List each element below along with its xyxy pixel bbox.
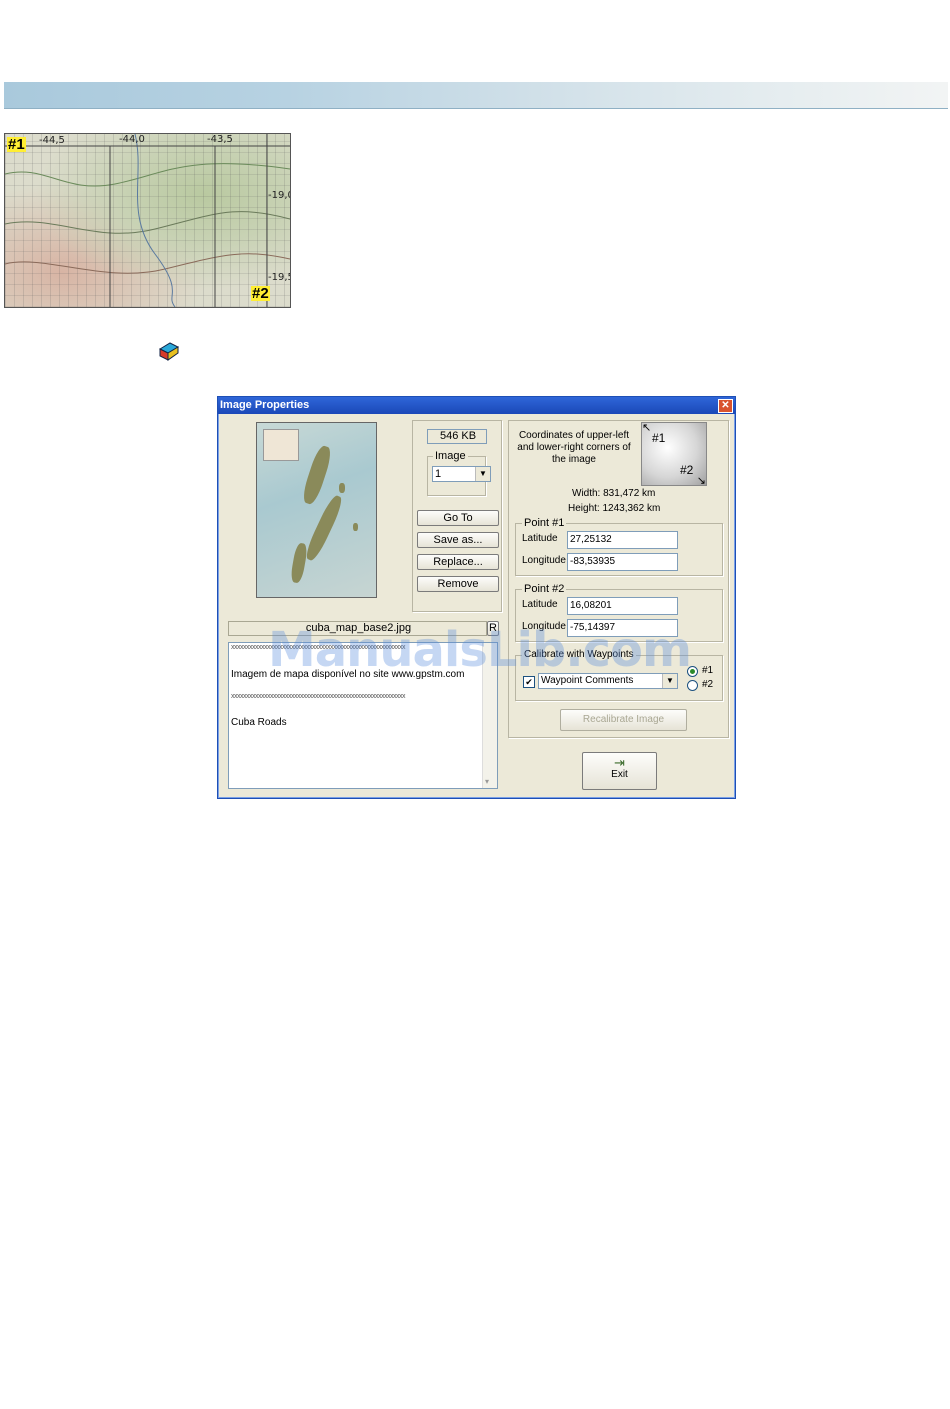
notes-line: Imagem de mapa disponível no site www.gp… (231, 669, 465, 680)
radio-1[interactable] (687, 666, 698, 677)
point-1-label: Point #1 (522, 517, 567, 529)
chevron-down-icon[interactable]: ▼ (475, 467, 490, 481)
dialog-titlebar: Image Properties ✕ (218, 397, 735, 414)
remove-button[interactable]: Remove (417, 576, 499, 592)
notes-separator: xxxxxxxxxxxxxxxxxxxxxxxxxxxxxxxxxxxxxxxx… (231, 693, 406, 700)
point-2-longitude-input[interactable]: -75,14397 (567, 619, 678, 637)
latitude-label: -19,5 (268, 272, 290, 283)
corner-2-icon-label: #2 (680, 463, 694, 477)
dialog-title: Image Properties (220, 399, 310, 411)
notes-textarea[interactable]: xxxxxxxxxxxxxxxxxxxxxxxxxxxxxxxxxxxxxxxx… (228, 642, 498, 789)
door-exit-icon: ⇥ (614, 755, 625, 770)
longitude-label: -44,5 (39, 135, 65, 146)
save-as-button[interactable]: Save as... (417, 532, 499, 548)
map-preview-image (256, 422, 377, 598)
point-2-latitude-input[interactable]: 16,08201 (567, 597, 678, 615)
filename-field[interactable]: cuba_map_base2.jpg (228, 621, 487, 636)
rename-button[interactable]: R (487, 621, 499, 636)
arrow-down-right-icon: ↘ (696, 475, 706, 487)
file-size-display: 546 KB (427, 429, 487, 444)
exit-label: Exit (611, 769, 628, 780)
latitude-label: Latitude (522, 599, 558, 610)
calibrate-checkbox[interactable]: ✔ (523, 676, 535, 688)
goto-button[interactable]: Go To (417, 510, 499, 526)
longitude-label: -44,0 (119, 134, 145, 145)
radio-2[interactable] (687, 680, 698, 691)
arrow-up-left-icon: ↖ (642, 422, 652, 434)
radio-1-label: #1 (702, 665, 714, 676)
longitude-label: Longitude (522, 555, 566, 566)
point-2-label: Point #2 (522, 583, 567, 595)
latitude-label: -19,0 (268, 190, 290, 201)
notes-scrollbar[interactable]: ▾ (482, 643, 497, 788)
replace-button[interactable]: Replace... (417, 554, 499, 570)
topographic-map-image: #1 -44,5 -44,0 -43,5 -19,0 -19,5 #2 (4, 133, 291, 308)
calibrate-label: Calibrate with Waypoints (522, 649, 636, 660)
waypoint-select-value: Waypoint Comments (541, 675, 634, 686)
exit-button[interactable]: ⇥ Exit (582, 752, 657, 790)
longitude-label: Longitude (522, 621, 566, 632)
radio-2-label: #2 (702, 679, 714, 690)
notes-separator: xxxxxxxxxxxxxxxxxxxxxxxxxxxxxxxxxxxxxxxx… (231, 644, 406, 651)
scroll-down-icon[interactable]: ▾ (485, 777, 489, 786)
waypoint-select[interactable]: Waypoint Comments ▼ (538, 673, 678, 689)
point-1-latitude-input[interactable]: 27,25132 (567, 531, 678, 549)
image-group-label: Image (433, 450, 468, 462)
image-select-value: 1 (435, 468, 442, 480)
notes-line: Cuba Roads (231, 717, 287, 728)
longitude-label: -43,5 (207, 134, 233, 145)
corner-1-tag: #1 (7, 136, 26, 153)
recalibrate-button[interactable]: Recalibrate Image (560, 709, 687, 731)
map-contour-lines (5, 134, 290, 307)
corner-1-icon-label: #1 (652, 431, 666, 445)
header-bar (4, 82, 948, 109)
image-properties-dialog: Image Properties ✕ 546 KB Image 1 ▼ Go T… (217, 396, 736, 799)
image-height: Height: 1243,362 km (568, 503, 661, 514)
close-button[interactable]: ✕ (718, 399, 733, 413)
chevron-down-icon[interactable]: ▼ (662, 674, 677, 688)
corner-2-tag: #2 (251, 285, 270, 302)
image-width: Width: 831,472 km (572, 488, 656, 499)
corners-diagram-icon: #1 #2 ↖ ↘ (641, 422, 707, 487)
image-select[interactable]: 1 ▼ (432, 466, 491, 482)
point-1-longitude-input[interactable]: -83,53935 (567, 553, 678, 571)
coordinates-description: Coordinates of upper-left and lower-righ… (517, 430, 631, 465)
image-properties-icon (158, 341, 180, 361)
latitude-label: Latitude (522, 533, 558, 544)
